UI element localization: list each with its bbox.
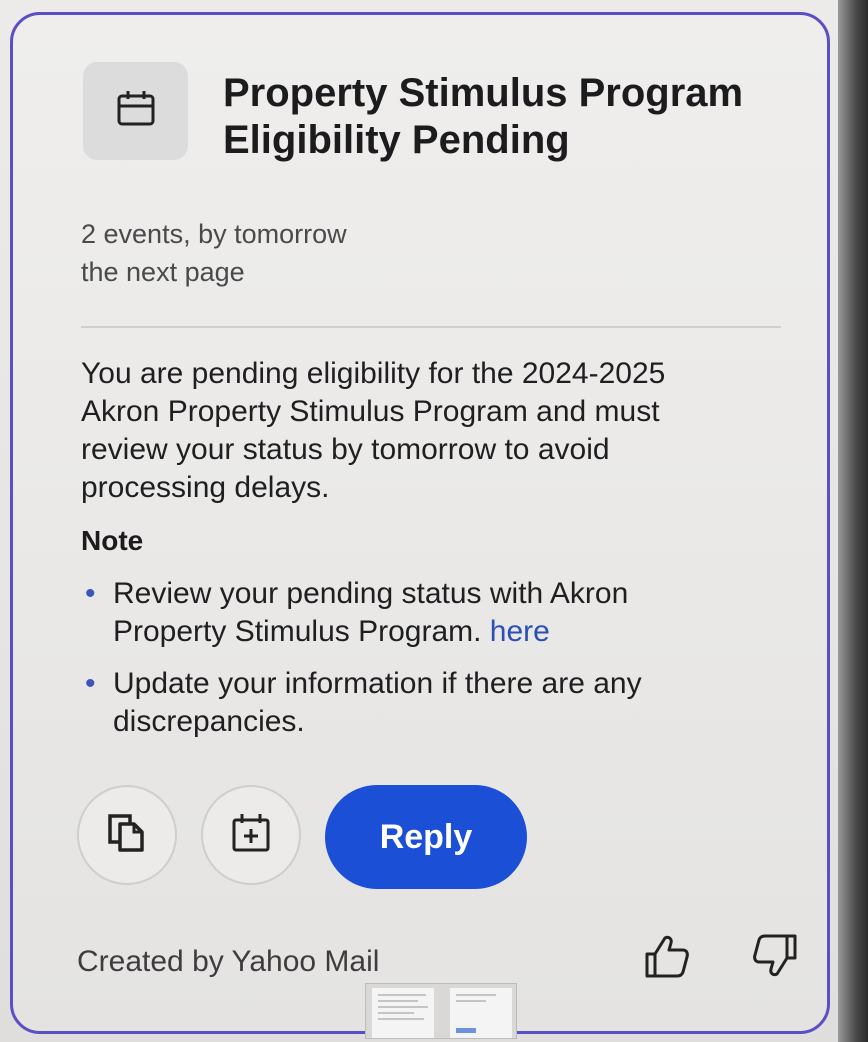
thumbnail-line xyxy=(378,1006,428,1008)
calendar-icon-tile xyxy=(83,62,188,160)
card-title-line-2: Eligibility Pending xyxy=(223,118,570,162)
divider xyxy=(81,326,781,328)
note-heading: Note xyxy=(81,525,144,556)
thumbnail-line xyxy=(378,994,426,996)
bullet-dot: • xyxy=(85,577,96,610)
note-item-2-line-1: Update your information if there are any xyxy=(113,667,642,700)
thumbnail-page xyxy=(450,988,512,1038)
thumbnail-line xyxy=(378,1018,424,1020)
bullet-dot: • xyxy=(85,667,96,700)
thumbnail-line xyxy=(378,1000,418,1002)
here-link[interactable]: here xyxy=(490,615,550,648)
calendar-add-icon xyxy=(228,810,274,861)
event-meta: 2 events, by tomorrow the next page xyxy=(81,215,347,291)
list-item: • Update your information if there are a… xyxy=(81,665,761,741)
copy-icon xyxy=(104,810,150,861)
thumbnail-line xyxy=(456,1028,476,1033)
card-title-line-1: Property Stimulus Program xyxy=(223,71,744,115)
note-item-1-text: Property Stimulus Program. xyxy=(113,615,490,648)
attachment-thumbnail[interactable] xyxy=(365,983,517,1039)
calendar-icon xyxy=(114,87,158,136)
summary-line-1: You are pending eligibility for the 2024… xyxy=(81,357,666,390)
thumbs-down-icon[interactable] xyxy=(749,930,801,982)
note-list: • Review your pending status with Akron … xyxy=(81,575,761,755)
next-page-text: the next page xyxy=(81,257,245,287)
event-count-text: 2 events, by tomorrow xyxy=(81,219,347,249)
reply-button[interactable]: Reply xyxy=(325,785,527,889)
summary-body: You are pending eligibility for the 2024… xyxy=(81,355,761,507)
list-item: • Review your pending status with Akron … xyxy=(81,575,761,651)
screen: Property Stimulus Program Eligibility Pe… xyxy=(0,0,868,1042)
add-to-calendar-button[interactable] xyxy=(201,785,301,885)
summary-line-2: Akron Property Stimulus Program and must xyxy=(81,395,660,428)
note-item-1-line-1: Review your pending status with Akron xyxy=(113,577,629,610)
thumbnail-page xyxy=(372,988,434,1038)
note-item-1-line-2: Property Stimulus Program. here xyxy=(113,613,761,651)
thumbs-up-icon[interactable] xyxy=(641,930,693,982)
thumbnail-line xyxy=(456,1000,486,1002)
card-title: Property Stimulus Program Eligibility Pe… xyxy=(223,70,803,164)
thumbnail-line xyxy=(378,1012,414,1014)
created-by-label: Created by Yahoo Mail xyxy=(77,945,380,978)
device-edge xyxy=(838,0,868,1042)
summary-card: Property Stimulus Program Eligibility Pe… xyxy=(10,12,830,1039)
copy-button[interactable] xyxy=(77,785,177,885)
note-item-2-line-2: discrepancies. xyxy=(113,705,305,738)
thumbnail-line xyxy=(456,994,496,996)
summary-line-3: review your status by tomorrow to avoid xyxy=(81,433,610,466)
summary-line-4: processing delays. xyxy=(81,471,330,504)
